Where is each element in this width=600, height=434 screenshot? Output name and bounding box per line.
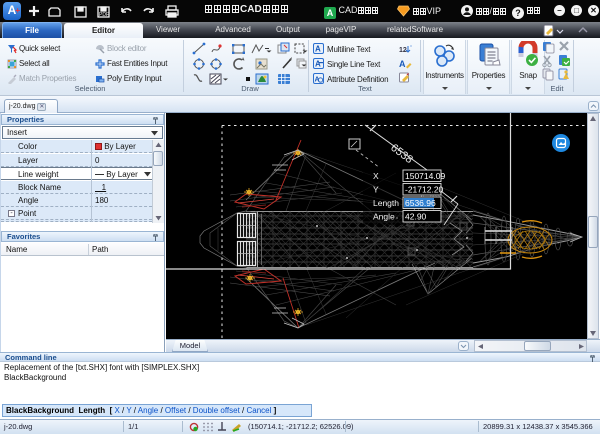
svg-text:6538: 6538 bbox=[388, 142, 415, 166]
svg-text:42.90: 42.90 bbox=[405, 212, 427, 222]
svg-text:Y: Y bbox=[373, 185, 379, 195]
svg-text:A: A bbox=[315, 45, 321, 54]
svg-text:6536.96: 6536.96 bbox=[405, 198, 436, 208]
svg-text:Length: Length bbox=[373, 198, 399, 208]
svg-text:-21712.20: -21712.20 bbox=[405, 185, 444, 195]
svg-text:X: X bbox=[373, 171, 379, 181]
svg-text:150714.09: 150714.09 bbox=[405, 171, 445, 181]
svg-text:PDF: PDF bbox=[99, 12, 109, 18]
svg-text:A: A bbox=[315, 77, 320, 84]
svg-text:12: 12 bbox=[399, 47, 407, 54]
svg-text:A: A bbox=[315, 60, 321, 69]
svg-text:A: A bbox=[399, 59, 406, 69]
svg-text:Angle: Angle bbox=[373, 212, 395, 222]
